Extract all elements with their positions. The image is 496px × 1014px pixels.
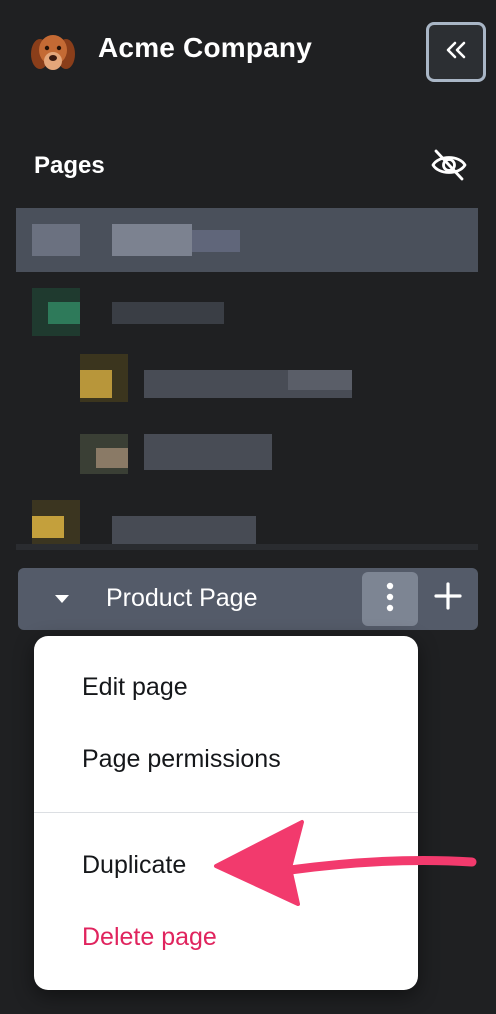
double-chevron-left-icon [445, 41, 467, 64]
menu-item-delete-page[interactable]: Delete page [34, 907, 418, 967]
dog-avatar-icon[interactable] [28, 30, 78, 76]
sidebar-header: Acme Company [0, 0, 496, 110]
blurred-page-list [16, 208, 478, 554]
arrow-annotation-icon [210, 810, 486, 910]
page-row-label: Product Page [106, 584, 258, 612]
add-subpage-button[interactable] [428, 578, 468, 618]
collapse-sidebar-button[interactable] [426, 22, 486, 82]
pages-section-title: Pages [34, 152, 105, 179]
menu-item-page-permissions[interactable]: Page permissions [34, 729, 418, 789]
vertical-ellipsis-icon [385, 581, 395, 618]
page-options-button[interactable] [362, 572, 418, 626]
menu-item-edit-page[interactable]: Edit page [34, 657, 418, 717]
eye-slash-icon[interactable] [430, 146, 468, 184]
caret-down-icon[interactable] [54, 592, 70, 604]
page-row-product-page[interactable]: Product Page [18, 568, 478, 630]
company-name: Acme Company [98, 32, 313, 63]
plus-icon [434, 581, 462, 615]
